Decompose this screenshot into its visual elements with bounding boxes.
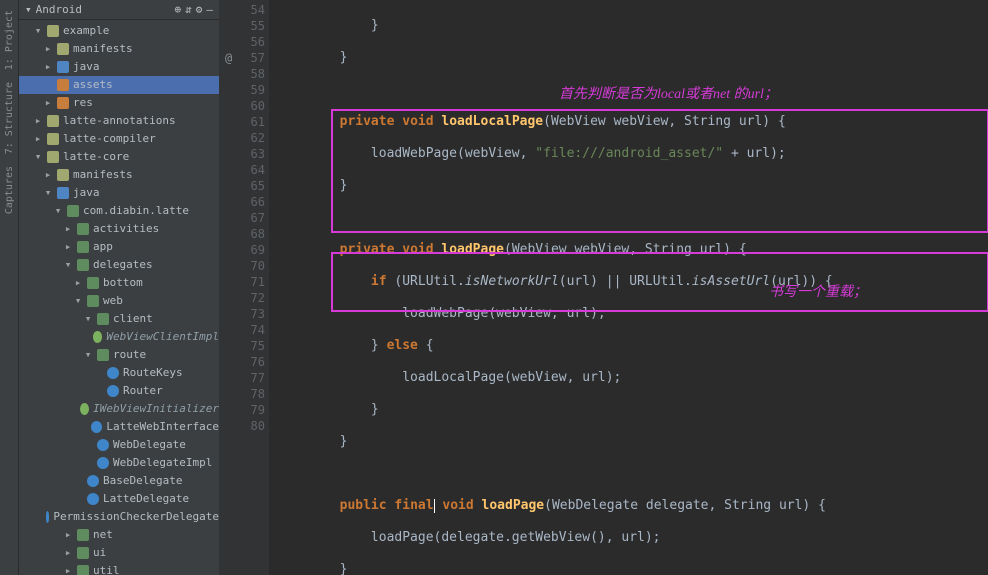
tree-node[interactable]: assets xyxy=(19,76,219,94)
tree-node[interactable]: LatteDelegate xyxy=(19,490,219,508)
project-sidebar: ▾ Android ⊕ ⇵ ⚙ — ▾example▸manifests▸jav… xyxy=(19,0,219,575)
tree-node[interactable]: ▾route xyxy=(19,346,219,364)
tree-node[interactable]: ▾latte-core xyxy=(19,148,219,166)
tree-node[interactable]: ▾com.diabin.latte xyxy=(19,202,219,220)
sidebar-title: Android xyxy=(36,3,82,16)
tree-node[interactable]: ▾delegates xyxy=(19,256,219,274)
tree-node[interactable]: ▸manifests xyxy=(19,40,219,58)
rail-project[interactable]: 1: Project xyxy=(4,10,15,70)
tree-node[interactable]: ▸ui xyxy=(19,544,219,562)
tree-node[interactable]: ▸latte-compiler xyxy=(19,130,219,148)
collapse-icon[interactable]: ⇵ xyxy=(185,3,192,16)
tree-node[interactable]: WebDelegate xyxy=(19,436,219,454)
tree-node[interactable]: BaseDelegate xyxy=(19,472,219,490)
tree-node[interactable]: WebDelegateImpl xyxy=(19,454,219,472)
sidebar-header: ▾ Android ⊕ ⇵ ⚙ — xyxy=(19,0,219,20)
tree-node[interactable]: IWebViewInitializer xyxy=(19,400,219,418)
tree-node[interactable]: ▸net xyxy=(19,526,219,544)
tree-node[interactable]: ▾example xyxy=(19,22,219,40)
tree-node[interactable]: ▸res xyxy=(19,94,219,112)
tree-node[interactable]: ▸util xyxy=(19,562,219,575)
gutter: 54555657@5859606162636465666768697071727… xyxy=(219,0,269,575)
left-rail: 1: Project 7: Structure Captures xyxy=(0,0,19,575)
tree-node[interactable]: ▾web xyxy=(19,292,219,310)
rail-captures[interactable]: Captures xyxy=(4,166,15,214)
rail-structure[interactable]: 7: Structure xyxy=(4,82,15,154)
chevron-down-icon[interactable]: ▾ xyxy=(25,3,32,16)
tree-node[interactable]: Router xyxy=(19,382,219,400)
tree-node[interactable]: ▸latte-annotations xyxy=(19,112,219,130)
editor-area: 54555657@5859606162636465666768697071727… xyxy=(219,0,988,575)
tree-node[interactable]: WebViewClientImpl xyxy=(19,328,219,346)
tree-node[interactable]: PermissionCheckerDelegate xyxy=(19,508,219,526)
source-code[interactable]: } } private void loadLocalPage(WebView w… xyxy=(269,0,988,575)
target-icon[interactable]: ⊕ xyxy=(175,3,182,16)
gear-icon[interactable]: ⚙ xyxy=(196,3,203,16)
hide-icon[interactable]: — xyxy=(206,3,213,16)
tree-node[interactable]: ▸activities xyxy=(19,220,219,238)
tree-node[interactable]: ▸app xyxy=(19,238,219,256)
tree-node[interactable]: ▾client xyxy=(19,310,219,328)
tree-node[interactable]: LatteWebInterface xyxy=(19,418,219,436)
tree-node[interactable]: ▸bottom xyxy=(19,274,219,292)
project-tree[interactable]: ▾example▸manifests▸javaassets▸res▸latte-… xyxy=(19,20,219,575)
tree-node[interactable]: ▾java xyxy=(19,184,219,202)
tree-node[interactable]: RouteKeys xyxy=(19,364,219,382)
tree-node[interactable]: ▸manifests xyxy=(19,166,219,184)
tree-node[interactable]: ▸java xyxy=(19,58,219,76)
